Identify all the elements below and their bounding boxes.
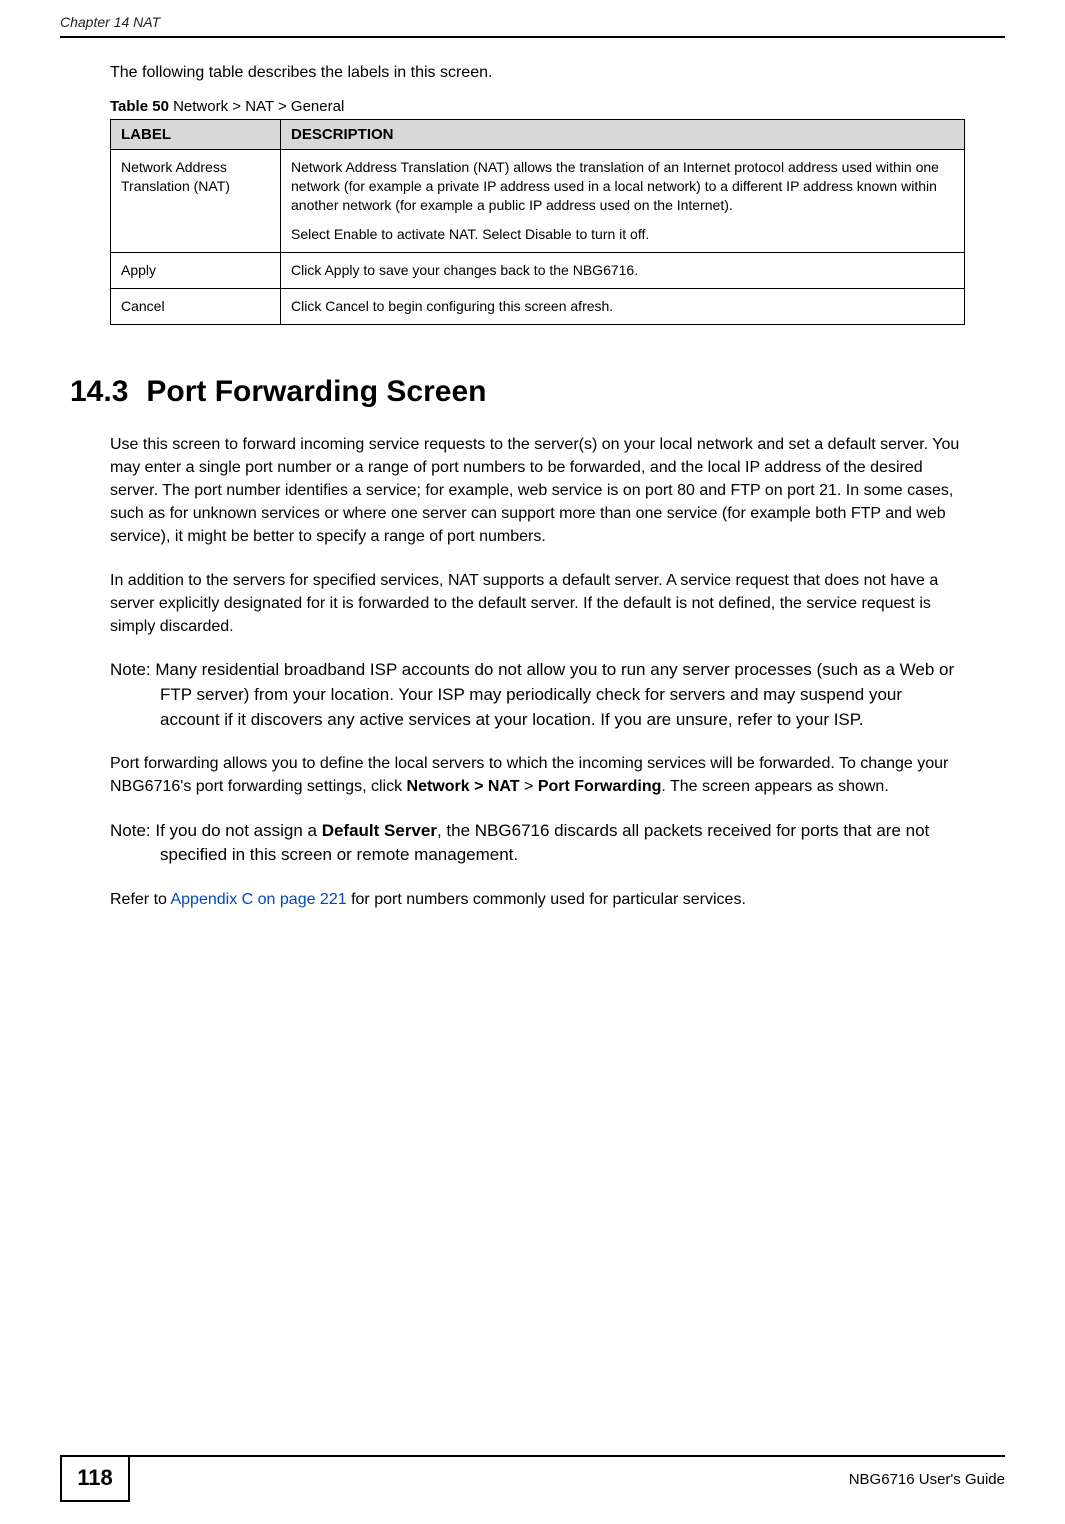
desc-bold: Disable xyxy=(525,226,572,242)
th-label: LABEL xyxy=(111,120,281,150)
table-header-row: LABEL DESCRIPTION xyxy=(111,120,965,150)
desc-text: Select xyxy=(291,226,334,242)
page: Chapter 14 NAT The following table descr… xyxy=(0,0,1065,1524)
table-row: Cancel Click Cancel to begin configuring… xyxy=(111,288,965,324)
desc-para: Select Enable to activate NAT. Select Di… xyxy=(291,225,954,244)
para-bold: Network > NAT xyxy=(407,778,520,795)
page-header: Chapter 14 NAT xyxy=(0,0,1065,36)
note-paragraph: Note: If you do not assign a Default Ser… xyxy=(110,819,965,868)
body-paragraph: Refer to Appendix C on page 221 for port… xyxy=(110,888,965,911)
table-row: Apply Click Apply to save your changes b… xyxy=(111,252,965,288)
desc-bold: Cancel xyxy=(325,298,369,314)
chapter-label: Chapter 14 NAT xyxy=(60,14,160,30)
desc-para: Network Address Translation (NAT) allows… xyxy=(291,158,954,215)
cell-description: Click Apply to save your changes back to… xyxy=(281,252,965,288)
para-text: > xyxy=(520,778,538,795)
para-bold: Port Forwarding xyxy=(538,778,662,795)
desc-bold: Enable xyxy=(334,226,378,242)
desc-text: to activate NAT. Select xyxy=(377,226,525,242)
cell-description: Click Cancel to begin configuring this s… xyxy=(281,288,965,324)
table-caption: Table 50 Network > NAT > General xyxy=(110,98,965,115)
description-table: LABEL DESCRIPTION Network Address Transl… xyxy=(110,119,965,324)
page-number: 118 xyxy=(60,1456,130,1502)
page-footer: 118 NBG6716 User's Guide xyxy=(0,1455,1065,1502)
desc-text: to save your changes back to the NBG6716… xyxy=(359,262,638,278)
footer-guide-name: NBG6716 User's Guide xyxy=(849,1471,1005,1488)
note-bold: Default Server xyxy=(322,821,437,840)
desc-text: to turn it off. xyxy=(572,226,650,242)
intro-text: The following table describes the labels… xyxy=(110,62,965,84)
para-text: for port numbers commonly used for parti… xyxy=(347,891,746,908)
desc-text: Click xyxy=(291,262,324,278)
cell-label: Apply xyxy=(111,252,281,288)
note-text: Note: If you do not assign a xyxy=(110,821,322,840)
body-paragraph: In addition to the servers for specified… xyxy=(110,569,965,639)
body-paragraph: Use this screen to forward incoming serv… xyxy=(110,433,965,549)
para-text: Refer to xyxy=(110,891,170,908)
section-number: 14.3 xyxy=(70,375,128,409)
cell-description: Network Address Translation (NAT) allows… xyxy=(281,150,965,253)
cell-label: Network Address Translation (NAT) xyxy=(111,150,281,253)
desc-text: Click xyxy=(291,298,325,314)
th-description: DESCRIPTION xyxy=(281,120,965,150)
section-title: Port Forwarding Screen xyxy=(146,375,486,408)
content: The following table describes the labels… xyxy=(0,38,1065,911)
table-row: Network Address Translation (NAT) Networ… xyxy=(111,150,965,253)
appendix-link[interactable]: Appendix C on page 221 xyxy=(170,891,346,908)
footer-row: 118 NBG6716 User's Guide xyxy=(60,1456,1005,1502)
desc-bold: Apply xyxy=(324,262,359,278)
table-caption-rest: Network > NAT > General xyxy=(169,98,344,115)
para-text: . The screen appears as shown. xyxy=(661,778,888,795)
body-paragraph: Port forwarding allows you to define the… xyxy=(110,752,965,798)
table-caption-prefix: Table 50 xyxy=(110,98,169,115)
cell-label: Cancel xyxy=(111,288,281,324)
section-heading: 14.3 Port Forwarding Screen xyxy=(70,375,965,409)
note-paragraph: Note: Many residential broadband ISP acc… xyxy=(110,658,965,732)
desc-text: to begin configuring this screen afresh. xyxy=(369,298,613,314)
